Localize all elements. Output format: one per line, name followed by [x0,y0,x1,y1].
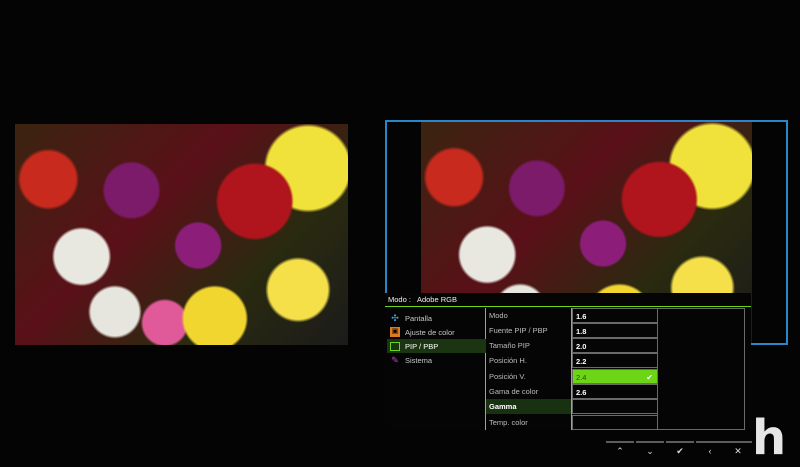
submenu-item-posicion-h[interactable]: Posición H. [486,353,571,368]
close-icon: ✕ [734,446,742,456]
nav-close-button[interactable]: ✕ [724,441,752,463]
category-ajuste-de-color[interactable]: ▣ Ajuste de color [387,325,486,339]
submenu-item-posicion-v[interactable]: Posición V. [486,369,571,384]
empty-panel [658,308,745,430]
value-option[interactable]: 2.0 [572,338,658,353]
category-pantalla[interactable]: ✣ Pantalla [387,311,486,325]
value-option[interactable]: 2.2 [572,353,658,368]
category-pip-pbp[interactable]: PIP / PBP [387,339,486,353]
value-option-empty [572,399,658,414]
category-label: Ajuste de color [405,327,455,337]
main-image-left [15,124,348,345]
nav-up-button[interactable]: ⌃ [606,441,634,463]
submenu-item-tamano-pip[interactable]: Tamaño PIP [486,338,571,353]
osd-menu: Modo : Adobe RGB ✣ Pantalla ▣ Ajuste de c… [385,293,751,430]
chevron-down-icon: ⌄ [646,446,654,456]
osd-mode-bar: Modo : Adobe RGB [385,293,751,307]
category-label: PIP / PBP [405,341,439,351]
nav-back-button[interactable]: ‹ [696,441,724,463]
category-label: Sistema [405,355,433,365]
value-option-empty [572,415,658,430]
submenu-item-gamma[interactable]: Gamma [486,399,571,414]
category-label: Pantalla [405,313,433,323]
nav-confirm-button[interactable]: ✔ [666,441,694,463]
watermark-logo: h [752,410,786,466]
mode-value: Adobe RGB [416,295,457,304]
chevron-up-icon: ⌃ [616,446,624,456]
value-option[interactable]: 1.6 [572,308,658,323]
move-icon: ✣ [391,313,399,323]
submenu-item-temp-color[interactable]: Temp. color [486,415,571,430]
check-icon: ✔ [676,446,684,456]
chevron-left-icon: ‹ [708,446,712,456]
pip-icon [390,341,400,351]
category-sistema[interactable]: ✎ Sistema [387,353,486,367]
check-icon: ✔ [646,373,653,382]
nav-down-button[interactable]: ⌄ [636,441,664,463]
wrench-icon: ✎ [391,355,399,365]
mode-label: Modo : [388,295,411,304]
value-option[interactable]: 2.6 [572,384,658,399]
value-option[interactable]: 1.8 [572,323,658,338]
color-adjust-icon: ▣ [390,327,400,337]
selected-value-label: 2.4 [576,373,587,382]
pip-submenu: Modo Fuente PIP / PBP Tamaño PIP Posició… [486,308,572,430]
gamma-values: 1.6 1.8 2.0 2.2 2.4 ✔ 2.6 [572,308,658,430]
value-option-selected[interactable]: 2.4 ✔ [572,369,658,384]
submenu-item-fuente-pip[interactable]: Fuente PIP / PBP [486,323,571,338]
submenu-item-gama-de-color[interactable]: Gama de color [486,384,571,399]
category-list: ✣ Pantalla ▣ Ajuste de color PIP / PBP ✎… [385,308,486,430]
submenu-item-modo[interactable]: Modo [486,308,571,323]
